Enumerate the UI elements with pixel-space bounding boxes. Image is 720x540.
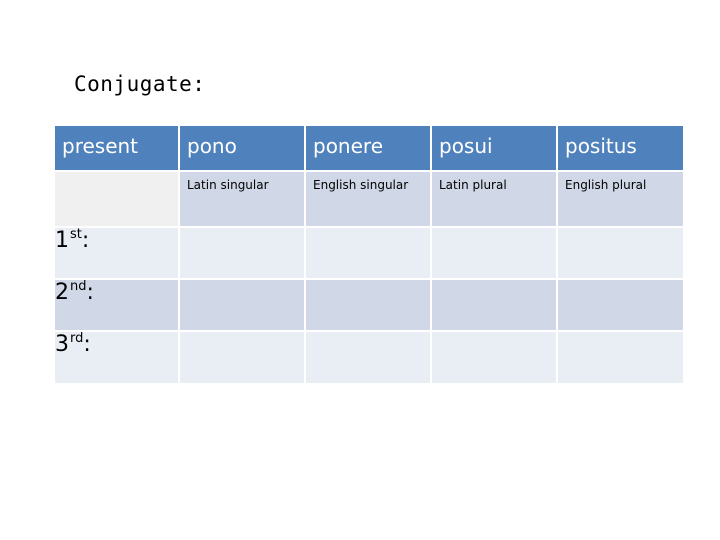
table-row: 1st: <box>55 228 683 278</box>
answer-cell[interactable] <box>180 280 304 330</box>
ordinal-suffix: st <box>70 227 82 242</box>
answer-cell[interactable] <box>558 280 683 330</box>
colon: : <box>83 332 91 357</box>
person-label-3rd: 3rd: <box>55 332 178 383</box>
header-cell-tense: present <box>55 126 178 170</box>
subheader-cell-empty <box>55 172 178 226</box>
page-title: Conjugate: <box>74 72 206 96</box>
subheader-row: Latin singular English singular Latin pl… <box>55 172 683 226</box>
header-cell-principal-part-3: posui <box>432 126 556 170</box>
subheader-cell-latin-singular: Latin singular <box>180 172 304 226</box>
person-label-2nd: 2nd: <box>55 280 178 330</box>
person-number: 2 <box>55 280 69 305</box>
answer-cell[interactable] <box>306 332 430 383</box>
answer-cell[interactable] <box>180 228 304 278</box>
person-number: 3 <box>55 332 69 357</box>
answer-cell[interactable] <box>306 228 430 278</box>
person-number: 1 <box>55 228 69 253</box>
colon: : <box>81 228 90 253</box>
person-label-1st: 1st: <box>55 228 178 278</box>
header-cell-principal-part-1: pono <box>180 126 304 170</box>
conjugation-table: present pono ponere posui positus Latin … <box>53 124 685 385</box>
subheader-cell-latin-plural: Latin plural <box>432 172 556 226</box>
ordinal-suffix: nd <box>70 279 87 294</box>
header-cell-principal-part-2: ponere <box>306 126 430 170</box>
subheader-cell-english-singular: English singular <box>306 172 430 226</box>
answer-cell[interactable] <box>432 332 556 383</box>
colon: : <box>86 280 94 305</box>
table-row: 2nd: <box>55 280 683 330</box>
table-row: 3rd: <box>55 332 683 383</box>
answer-cell[interactable] <box>432 280 556 330</box>
answer-cell[interactable] <box>558 332 683 383</box>
ordinal-suffix: rd <box>70 331 84 346</box>
answer-cell[interactable] <box>558 228 683 278</box>
answer-cell[interactable] <box>306 280 430 330</box>
header-row: present pono ponere posui positus <box>55 126 683 170</box>
answer-cell[interactable] <box>432 228 556 278</box>
header-cell-principal-part-4: positus <box>558 126 683 170</box>
answer-cell[interactable] <box>180 332 304 383</box>
subheader-cell-english-plural: English plural <box>558 172 683 226</box>
